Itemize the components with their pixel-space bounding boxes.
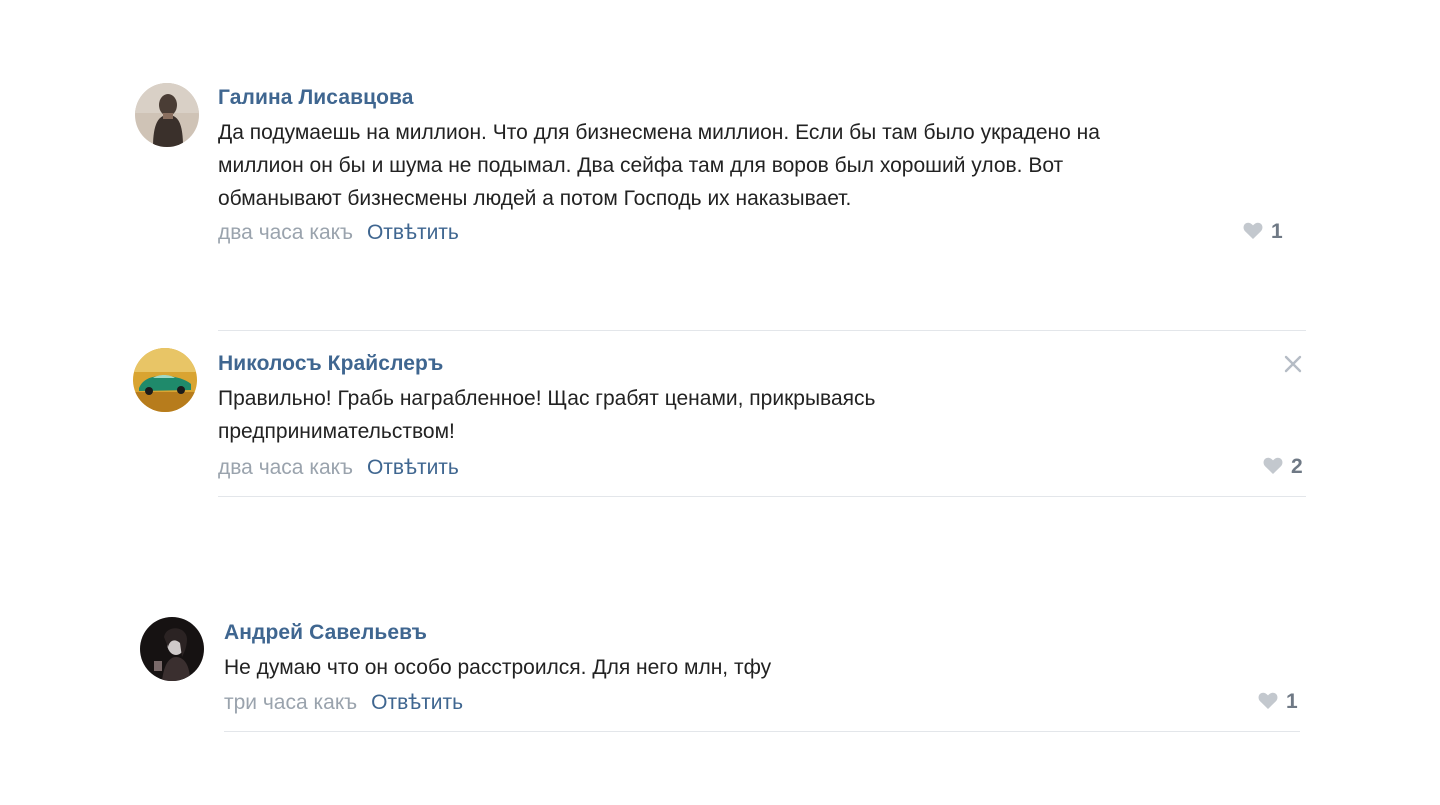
author-name[interactable]: Андрей Савельевъ: [224, 621, 427, 645]
like-count: 1: [1286, 690, 1298, 713]
reply-button[interactable]: Отвѣтить: [371, 691, 463, 714]
avatar-dark-portrait-photo-icon: [140, 617, 204, 681]
comment-text: Не думаю что он особо расстроился. Для н…: [224, 656, 772, 679]
author-avatar[interactable]: [140, 617, 204, 681]
comment-divider: [224, 731, 1300, 732]
comment-meta: три часа какъ Отвѣтить: [224, 691, 463, 715]
heart-icon: [1258, 692, 1278, 709]
comment-time[interactable]: три часа какъ: [224, 691, 357, 714]
comment-content: Андрей Савельевъ Не думаю что он особо р…: [224, 0, 1304, 740]
comment-item: Андрей Савельевъ Не думаю что он особо р…: [0, 0, 1440, 740]
like-button[interactable]: 1: [1258, 690, 1298, 714]
